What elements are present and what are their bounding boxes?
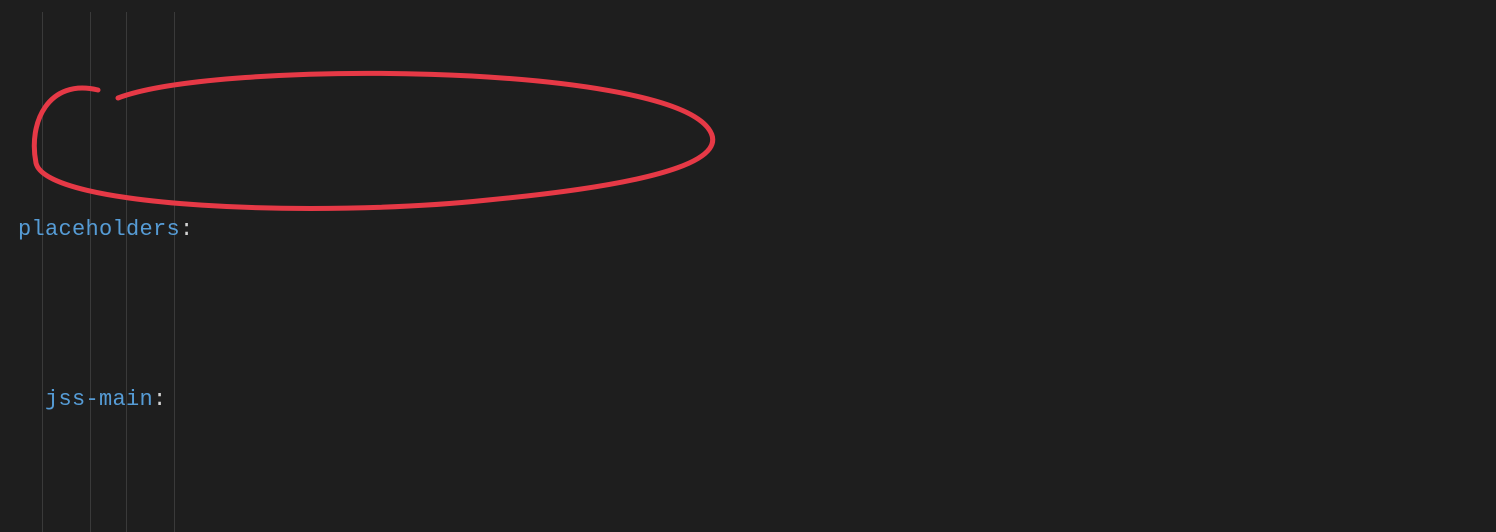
colon: : (153, 387, 167, 412)
annotation-circle (18, 68, 738, 216)
indent-guides (18, 0, 72, 532)
yaml-key: jss-main (45, 387, 153, 412)
colon: : (180, 217, 194, 242)
yaml-key: placeholders (18, 217, 180, 242)
code-editor[interactable]: placeholders: jss-main: - componentName:… (0, 0, 1496, 532)
code-line[interactable]: jss-main: (18, 383, 1496, 417)
code-line[interactable]: placeholders: (18, 213, 1496, 247)
